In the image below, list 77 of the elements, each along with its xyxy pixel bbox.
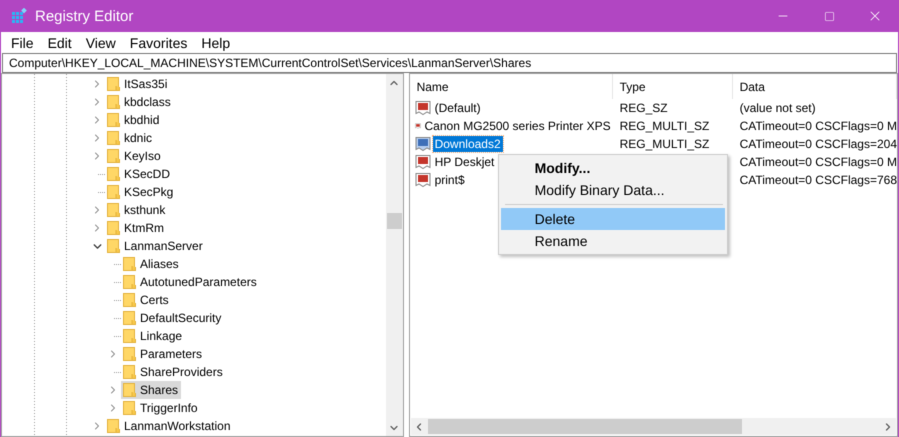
folder-icon: [107, 238, 120, 254]
value-type: REG_MULTI_SZ: [620, 119, 710, 133]
folder-icon: [123, 364, 136, 380]
scroll-thumb[interactable]: [428, 419, 742, 434]
folder-icon: [123, 274, 136, 290]
context-menu-item[interactable]: Delete: [500, 208, 725, 230]
tree-item[interactable]: Linkage: [121, 327, 186, 345]
app-icon: [11, 8, 27, 24]
folder-icon: [107, 184, 120, 200]
tree-item[interactable]: AutotunedParameters: [121, 273, 260, 291]
menu-item[interactable]: View: [78, 34, 123, 50]
folder-icon: [123, 400, 136, 416]
folder-icon: [107, 76, 120, 92]
folder-icon: [123, 310, 136, 326]
tree-item[interactable]: Certs: [121, 291, 172, 309]
value-data: (value not set): [740, 101, 816, 115]
tree-item[interactable]: LanmanServer: [105, 237, 206, 255]
tree-item[interactable]: Aliases: [121, 255, 182, 273]
tree-item[interactable]: kbdclass: [105, 93, 174, 111]
folder-icon: [107, 418, 120, 434]
value-name[interactable]: print$: [432, 172, 467, 188]
folder-icon: [107, 148, 120, 164]
column-header[interactable]: Type: [612, 74, 733, 99]
context-menu-item[interactable]: Modify...: [500, 157, 725, 179]
address-field[interactable]: Computer\HKEY_LOCAL_MACHINE\SYSTEM\CurrentControlSet\Services\LanmanServer\Shares: [2, 53, 897, 73]
tree-item[interactable]: TriggerInfo: [121, 399, 201, 417]
value-name[interactable]: (Default): [432, 100, 483, 116]
tree-item[interactable]: KSecPkg: [105, 183, 176, 201]
string-value-icon: [414, 154, 431, 170]
folder-icon: [123, 328, 136, 344]
string-value-icon: [414, 136, 431, 152]
tree-item[interactable]: ksthunk: [105, 201, 168, 219]
horizontal-scrollbar[interactable]: [410, 418, 896, 435]
maximize-icon[interactable]: [824, 10, 834, 22]
menu-item[interactable]: Help: [194, 34, 238, 50]
tree-item[interactable]: kbdhid: [105, 111, 162, 129]
tree-item[interactable]: kdnic: [105, 129, 156, 147]
folder-icon: [107, 220, 120, 236]
menu-item[interactable]: File: [4, 34, 41, 50]
value-data: CATimeout=0 CSCFlags=768: [740, 173, 897, 187]
menu-item[interactable]: Edit: [40, 34, 79, 50]
folder-icon: [107, 166, 120, 182]
tree-item[interactable]: ItSas35i: [105, 75, 170, 93]
tree-item[interactable]: LanmanWorkstation: [105, 417, 234, 435]
context-menu-item[interactable]: Rename: [500, 230, 725, 252]
value-name[interactable]: HP Deskjet: [432, 154, 496, 170]
column-header[interactable]: Data: [732, 74, 897, 99]
tree-item[interactable]: DefaultSecurity: [121, 309, 224, 327]
tree-item[interactable]: KtmRm: [105, 219, 167, 237]
folder-icon: [123, 382, 136, 398]
folder-icon: [107, 112, 120, 128]
value-data: CATimeout=0 CSCFlags=204: [740, 137, 897, 151]
context-menu-item[interactable]: Modify Binary Data...: [500, 179, 725, 201]
folder-icon: [123, 292, 136, 308]
tree-item[interactable]: Parameters: [121, 345, 206, 363]
value-data: CATimeout=0 CSCFlags=0 M: [740, 119, 897, 133]
folder-icon: [107, 130, 120, 146]
menu-item[interactable]: Favorites: [122, 34, 194, 50]
tree-item[interactable]: Shares: [121, 381, 182, 399]
tree-item[interactable]: KSecDD: [105, 165, 174, 183]
vertical-scrollbar[interactable]: [386, 74, 403, 436]
value-type: REG_SZ: [620, 101, 668, 115]
value-data: CATimeout=0 CSCFlags=0 M: [740, 155, 897, 169]
window-title: Registry Editor: [35, 8, 134, 24]
value-type: REG_MULTI_SZ: [620, 137, 710, 151]
tree-item[interactable]: KeyIso: [105, 147, 164, 165]
scroll-thumb[interactable]: [386, 213, 402, 229]
folder-icon: [107, 202, 120, 218]
value-name[interactable]: Canon MG2500 series Printer XPS: [422, 118, 613, 134]
value-name[interactable]: Downloads2: [432, 136, 503, 152]
string-value-icon: [414, 172, 431, 188]
string-value-icon: [414, 100, 431, 116]
folder-icon: [123, 256, 136, 272]
folder-icon: [107, 94, 120, 110]
folder-icon: [123, 346, 136, 362]
column-header[interactable]: Name: [410, 74, 613, 99]
tree-item[interactable]: ShareProviders: [121, 363, 226, 381]
